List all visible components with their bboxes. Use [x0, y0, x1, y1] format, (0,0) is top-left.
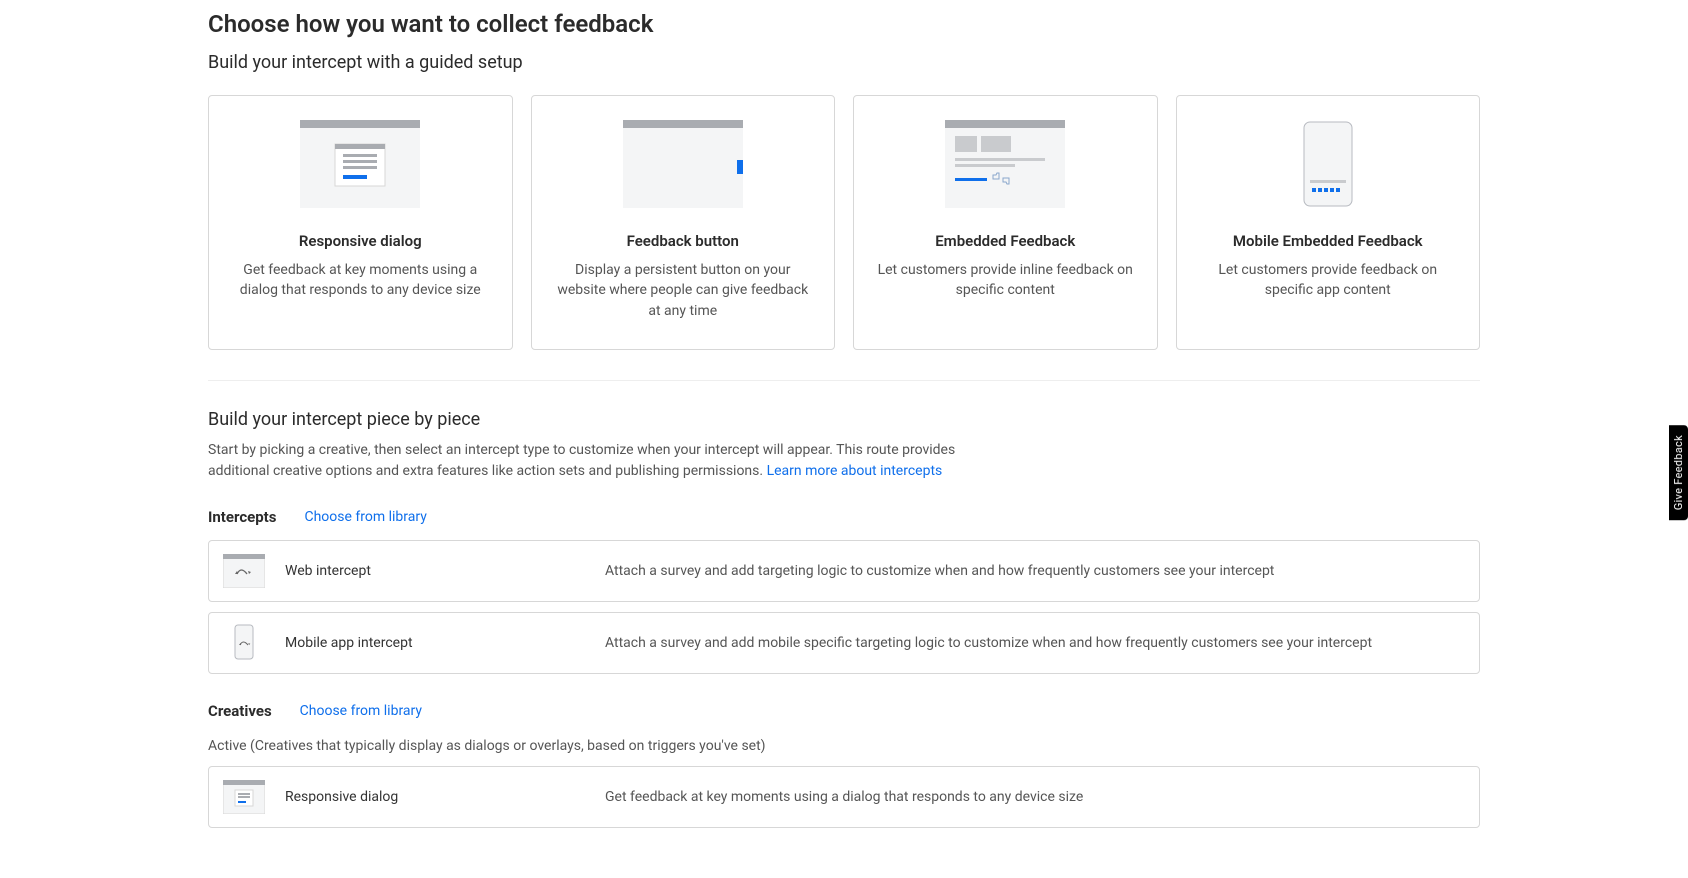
card-desc: Let customers provide inline feedback on… — [872, 260, 1139, 301]
give-feedback-tab[interactable]: Give Feedback — [1669, 425, 1688, 520]
piece-desc: Start by picking a creative, then select… — [208, 440, 1008, 482]
intercepts-label: Intercepts — [208, 508, 276, 526]
guided-card-row: Responsive dialog Get feedback at key mo… — [208, 95, 1480, 350]
card-desc: Let customers provide feedback on specif… — [1195, 260, 1462, 301]
guided-subtitle: Build your intercept with a guided setup — [208, 52, 1480, 73]
card-embedded-feedback[interactable]: Embedded Feedback Let customers provide … — [853, 95, 1158, 350]
card-title: Embedded Feedback — [935, 232, 1075, 250]
row-title: Mobile app intercept — [285, 635, 585, 651]
creatives-note: Active (Creatives that typically display… — [208, 738, 1480, 754]
piece-title: Build your intercept piece by piece — [208, 409, 1480, 430]
creatives-label: Creatives — [208, 702, 272, 720]
divider — [208, 380, 1480, 381]
card-title: Feedback button — [627, 232, 739, 250]
card-title: Responsive dialog — [299, 232, 422, 250]
feedback-button-icon — [623, 120, 743, 208]
row-desc: Get feedback at key moments using a dial… — [605, 789, 1465, 805]
card-desc: Get feedback at key moments using a dial… — [227, 260, 494, 301]
card-responsive-dialog[interactable]: Responsive dialog Get feedback at key mo… — [208, 95, 513, 350]
row-desc: Attach a survey and add targeting logic … — [605, 563, 1465, 579]
responsive-dialog-icon — [300, 120, 420, 208]
row-title: Web intercept — [285, 563, 585, 579]
responsive-dialog-small-icon — [223, 777, 265, 817]
web-intercept-icon — [223, 551, 265, 591]
row-title: Responsive dialog — [285, 789, 585, 805]
mobile-intercept-icon — [223, 623, 265, 663]
page-heading: Choose how you want to collect feedback — [208, 10, 1480, 38]
card-desc: Display a persistent button on your webs… — [550, 260, 817, 321]
mobile-embedded-icon — [1268, 120, 1388, 208]
embedded-feedback-icon — [945, 120, 1065, 208]
row-web-intercept[interactable]: Web intercept Attach a survey and add ta… — [208, 540, 1480, 602]
card-mobile-embedded-feedback[interactable]: Mobile Embedded Feedback Let customers p… — [1176, 95, 1481, 350]
row-mobile-app-intercept[interactable]: Mobile app intercept Attach a survey and… — [208, 612, 1480, 674]
row-desc: Attach a survey and add mobile specific … — [605, 635, 1465, 651]
card-feedback-button[interactable]: Feedback button Display a persistent but… — [531, 95, 836, 350]
intercepts-choose-library-link[interactable]: Choose from library — [304, 509, 426, 525]
row-responsive-dialog[interactable]: Responsive dialog Get feedback at key mo… — [208, 766, 1480, 828]
creatives-choose-library-link[interactable]: Choose from library — [300, 703, 422, 719]
learn-more-link[interactable]: Learn more about intercepts — [767, 463, 943, 479]
card-title: Mobile Embedded Feedback — [1233, 232, 1423, 250]
